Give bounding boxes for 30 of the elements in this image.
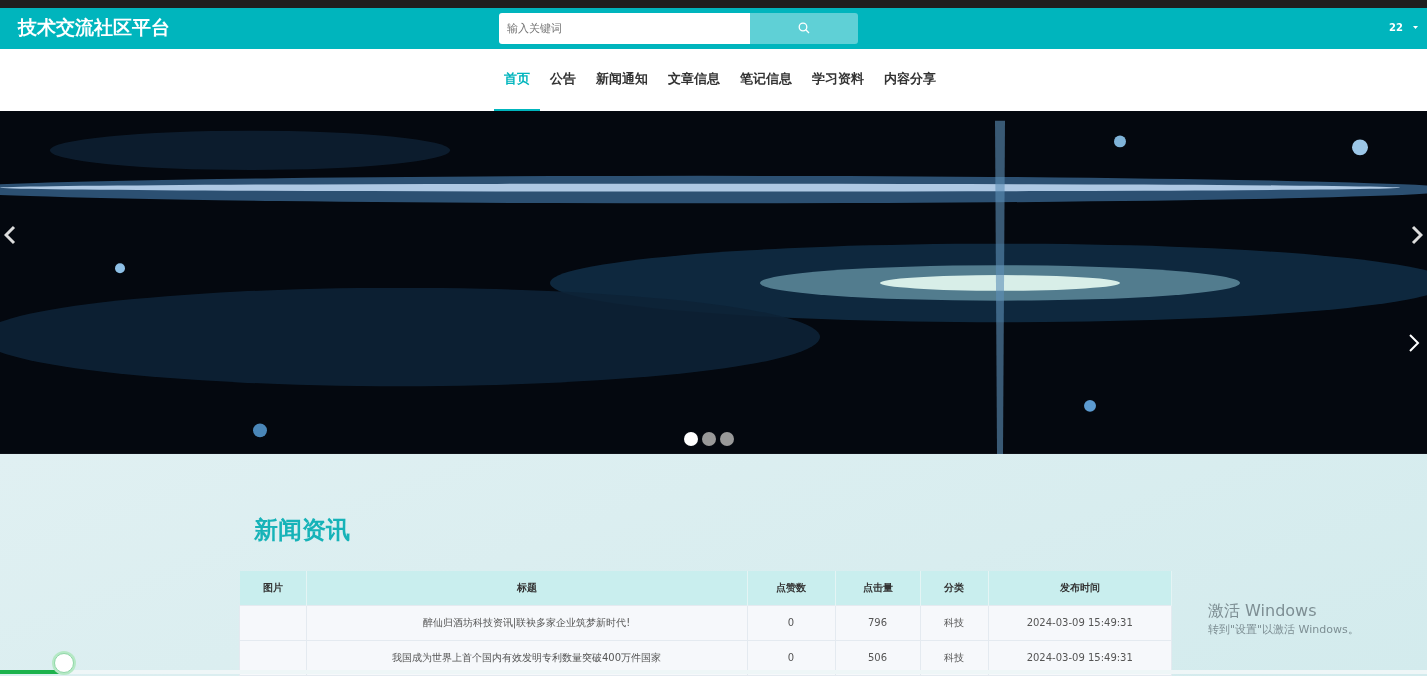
table-cell: 科技 bbox=[920, 640, 988, 676]
site-title: 技术交流社区平台 bbox=[18, 15, 170, 41]
table-cell: 506 bbox=[835, 640, 920, 676]
slider-track[interactable] bbox=[0, 650, 1427, 676]
table-cell: 796 bbox=[835, 605, 920, 641]
activation-hint: 转到"设置"以激活 Windows。 bbox=[1208, 622, 1359, 637]
column-header: 点击量 bbox=[835, 571, 920, 606]
nav-tab[interactable]: 公告 bbox=[539, 49, 586, 112]
search-icon bbox=[798, 22, 810, 35]
nav-tab[interactable]: 内容分享 bbox=[873, 49, 946, 112]
table-cell: 科技 bbox=[920, 605, 988, 641]
table-cell[interactable]: 我国成为世界上首个国内有效发明专利数量突破400万件国家 bbox=[306, 640, 747, 676]
table-cell: 2024-03-09 15:49:31 bbox=[988, 640, 1172, 676]
nav-tab[interactable]: 笔记信息 bbox=[729, 49, 802, 112]
nav-tab[interactable]: 文章信息 bbox=[657, 49, 730, 112]
nav-tab[interactable]: 新闻通知 bbox=[585, 49, 658, 112]
slider-thumb[interactable] bbox=[54, 653, 75, 673]
table-cell: 0 bbox=[747, 605, 835, 641]
column-header: 分类 bbox=[920, 571, 988, 606]
table-cell[interactable]: 醉仙归酒坊科技资讯|联袂多家企业筑梦新时代! bbox=[306, 605, 747, 641]
nav-tab[interactable]: 学习资料 bbox=[801, 49, 874, 112]
search-field[interactable]: 输入关键词 bbox=[499, 12, 750, 44]
column-header: 标题 bbox=[306, 571, 747, 606]
column-header: 点赞数 bbox=[747, 571, 835, 606]
column-header: 图片 bbox=[239, 571, 306, 606]
column-header: 发布时间 bbox=[988, 571, 1172, 606]
activation-title: 激活 Windows bbox=[1208, 601, 1318, 622]
table-cell: 0 bbox=[747, 640, 835, 676]
table-cell: 2024-03-09 15:49:31 bbox=[988, 605, 1172, 641]
section-heading: 新闻资讯 bbox=[254, 515, 351, 546]
